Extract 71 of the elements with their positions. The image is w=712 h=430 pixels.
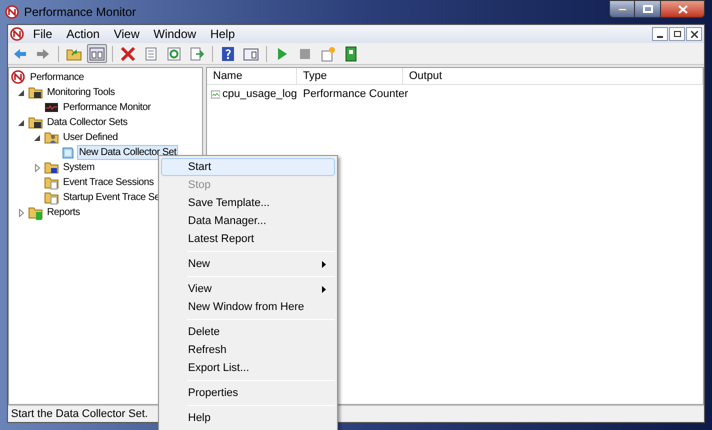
- collector-set-icon: [60, 145, 75, 160]
- monitor-icon: [44, 100, 59, 115]
- refresh-icon: [166, 46, 182, 62]
- expanded-arrow-icon[interactable]: [34, 134, 40, 140]
- user-folder-icon: [44, 130, 59, 145]
- log-icon: [211, 88, 220, 100]
- tree-item[interactable]: Performance Monitor: [61, 100, 153, 115]
- tree-item[interactable]: Reports: [45, 205, 82, 220]
- trace-folder-icon: [44, 190, 59, 205]
- performance-icon: [11, 70, 26, 85]
- tree-item[interactable]: Event Trace Sessions: [61, 175, 156, 190]
- column-header[interactable]: Type: [297, 68, 403, 84]
- tree-item[interactable]: New Data Collector Set: [77, 145, 178, 160]
- panel-icon: [243, 46, 259, 62]
- tree-item[interactable]: System: [61, 160, 97, 175]
- minimize-button[interactable]: [652, 27, 668, 41]
- menu-item[interactable]: Save Template...: [161, 194, 335, 212]
- menu-item[interactable]: Latest Report: [161, 230, 335, 248]
- properties-icon: [143, 46, 159, 62]
- expanded-arrow-icon[interactable]: [18, 90, 24, 96]
- collapsed-arrow-icon[interactable]: [34, 164, 40, 172]
- menu-item[interactable]: Start: [161, 158, 335, 176]
- maximize-button[interactable]: [635, 0, 661, 18]
- submenu-arrow-icon: [322, 260, 326, 268]
- table-cell-text: cpu_usage_log: [222, 86, 297, 102]
- submenu-arrow-icon: [322, 286, 326, 292]
- tree-item[interactable]: Performance: [28, 70, 86, 85]
- folder-icon: [28, 115, 43, 130]
- restore-button[interactable]: [669, 27, 685, 41]
- system-folder-icon: [44, 160, 59, 175]
- window-title: Performance Monitor: [24, 4, 136, 21]
- tree-item[interactable]: Monitoring Tools: [45, 85, 117, 100]
- menu-item[interactable]: View: [161, 280, 335, 298]
- menu-item[interactable]: Refresh: [161, 341, 335, 359]
- notebook-icon: [343, 46, 359, 62]
- delete-icon: [120, 46, 136, 62]
- export-icon: [189, 46, 205, 62]
- menu-item[interactable]: View: [106, 25, 146, 43]
- status-text: Start the Data Collector Set.: [11, 406, 148, 422]
- column-header[interactable]: Name: [207, 68, 297, 84]
- app-icon[interactable]: [10, 27, 24, 41]
- close-button[interactable]: [686, 27, 702, 41]
- console-button[interactable]: [87, 44, 107, 63]
- close-icon: [678, 4, 688, 14]
- tree-item[interactable]: User Defined: [61, 130, 120, 145]
- folder-icon: [28, 85, 43, 100]
- close-button[interactable]: [661, 0, 705, 18]
- expanded-arrow-icon[interactable]: [18, 120, 24, 126]
- reports-folder-icon: [28, 205, 43, 220]
- menu-item[interactable]: Data Manager...: [161, 212, 335, 230]
- menu-item[interactable]: File: [26, 25, 60, 43]
- help-icon: [220, 46, 236, 62]
- close-icon: [690, 30, 698, 38]
- menu-item[interactable]: Window: [146, 25, 204, 43]
- app-icon: [5, 5, 19, 19]
- menu-item[interactable]: Export List...: [161, 359, 335, 377]
- menu-item[interactable]: New: [161, 255, 335, 273]
- collapsed-arrow-icon[interactable]: [18, 208, 24, 216]
- menu-item[interactable]: Help: [203, 25, 242, 43]
- table-cell-text: Performance Counter: [302, 86, 410, 102]
- menu-item[interactable]: New Window from Here: [161, 298, 335, 316]
- menu-item[interactable]: Delete: [161, 323, 335, 341]
- delete-button[interactable]: [118, 44, 138, 63]
- menu-item[interactable]: Help: [161, 409, 335, 427]
- menu-item[interactable]: Action: [59, 25, 107, 43]
- minimize-button[interactable]: [609, 0, 635, 18]
- trace-folder-icon: [44, 175, 59, 190]
- tree-item[interactable]: Data Collector Sets: [45, 115, 130, 130]
- console-icon: [89, 46, 105, 62]
- column-header[interactable]: Output: [403, 68, 703, 84]
- menu-item[interactable]: Properties: [161, 384, 335, 402]
